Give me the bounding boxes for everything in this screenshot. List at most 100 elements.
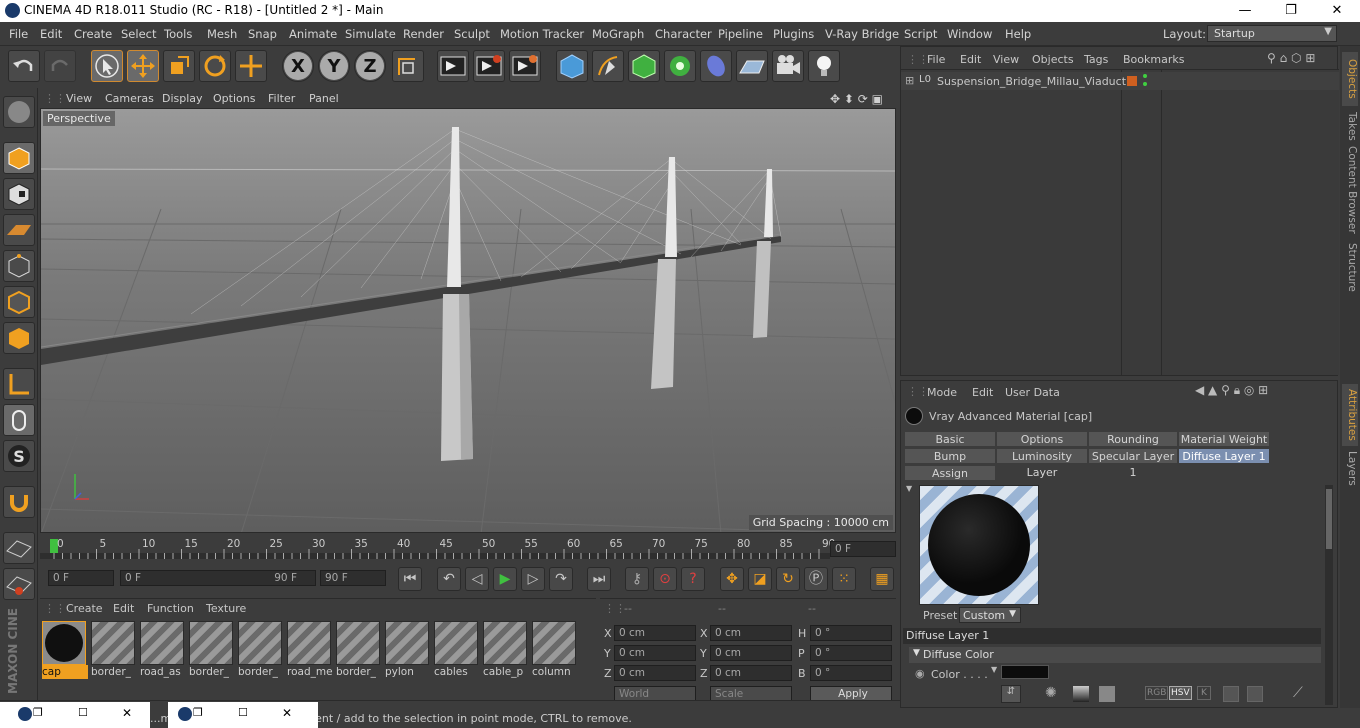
attr-menu-mode[interactable]: Mode	[927, 386, 957, 399]
viewport-menu-panel[interactable]: Panel	[309, 92, 339, 105]
eyedropper-mode-icon[interactable]: ⇵	[1001, 685, 1021, 703]
tab-bump[interactable]: Bump	[904, 448, 996, 464]
eyedropper-icon[interactable]: ⟋	[1293, 685, 1303, 701]
end-frame-field[interactable]: 90 F	[320, 570, 386, 586]
menu-edit[interactable]: Edit	[40, 27, 62, 41]
menu-script[interactable]: Script	[904, 27, 937, 41]
rotate-tool-button[interactable]	[199, 50, 231, 82]
menu-pipeline[interactable]: Pipeline	[718, 27, 763, 41]
subdivision-button[interactable]	[628, 50, 660, 82]
next-key-button[interactable]: ↷	[549, 567, 573, 591]
y-axis-button[interactable]: Y	[318, 50, 350, 82]
scale-tool-button[interactable]	[163, 50, 195, 82]
obj-menu-tags[interactable]: Tags	[1084, 53, 1108, 66]
pos-y-field[interactable]: 0 cm	[614, 645, 696, 661]
side-tab-objects[interactable]: Objects	[1342, 52, 1358, 106]
mat-menu-function[interactable]: Function	[147, 602, 194, 615]
viewport-menu-display[interactable]: Display	[162, 92, 203, 105]
cloner-button[interactable]	[664, 50, 696, 82]
material-item[interactable]: column	[532, 621, 578, 681]
viewport-perspective[interactable]: Perspective Grid Spacing : 10000 cm	[40, 108, 896, 533]
maximize-icon[interactable]: ☐	[78, 706, 88, 719]
size-z-field[interactable]: 0 cm	[710, 665, 792, 681]
material-item[interactable]: border_	[238, 621, 284, 681]
maximize-icon[interactable]: ☐	[238, 706, 248, 719]
mixer-icon[interactable]	[1223, 686, 1239, 702]
pos-z-field[interactable]: 0 cm	[614, 665, 696, 681]
menu-select[interactable]: Select	[121, 27, 156, 41]
restore-icon[interactable]: ❐	[193, 706, 203, 719]
attr-scrollbar[interactable]	[1325, 485, 1333, 705]
menu-mesh[interactable]: Mesh	[207, 27, 237, 41]
menu-motion-tracker[interactable]: Motion Tracker	[500, 27, 584, 41]
autokey-button[interactable]: ?	[681, 567, 705, 591]
timeline[interactable]: 0 5 10 15 20 25 30 35 40 45 50 55 60 65 70 75 80 85 90 0 F	[40, 535, 896, 563]
mat-menu-edit[interactable]: Edit	[113, 602, 134, 615]
keyframe-selection-button[interactable]: ⚷	[625, 567, 649, 591]
obj-menu-view[interactable]: View	[993, 53, 1019, 66]
menu-sculpt[interactable]: Sculpt	[454, 27, 490, 41]
viewport-menu-view[interactable]: View	[66, 92, 92, 105]
key-scale-button[interactable]: ◪	[748, 567, 772, 591]
obj-menu-bookmarks[interactable]: Bookmarks	[1123, 53, 1184, 66]
expand-icon[interactable]: ⊞	[905, 74, 914, 87]
menu-animate[interactable]: Animate	[289, 27, 337, 41]
key-rotation-button[interactable]: ↻	[776, 567, 800, 591]
menu-help[interactable]: Help	[1005, 27, 1031, 41]
minimized-window-2[interactable]: ❐ ☐ ✕	[168, 702, 318, 728]
move-tool-button[interactable]	[127, 50, 159, 82]
kelvin-mode-icon[interactable]: K	[1197, 686, 1211, 700]
x-axis-button[interactable]: X	[282, 50, 314, 82]
start-frame-field[interactable]: 0 F	[48, 570, 114, 586]
visibility-render-icon[interactable]	[1143, 82, 1147, 86]
deformer-button[interactable]	[700, 50, 732, 82]
material-preview[interactable]	[919, 485, 1039, 605]
goto-end-button[interactable]: ⏭	[587, 567, 611, 591]
attr-menu-edit[interactable]: Edit	[972, 386, 993, 399]
color-swatch[interactable]	[1001, 665, 1049, 679]
make-editable-button[interactable]	[3, 96, 35, 128]
z-axis-button[interactable]: Z	[354, 50, 386, 82]
object-name[interactable]: Suspension_Bridge_Millau_Viaduct	[937, 75, 1126, 88]
render-picture-viewer-button[interactable]	[473, 50, 505, 82]
polygons-mode-button[interactable]	[3, 322, 35, 354]
prev-frame-button[interactable]: ◁	[465, 567, 489, 591]
collapse-triangle-icon[interactable]: ▼	[906, 484, 912, 493]
recent-tool-button[interactable]	[235, 50, 267, 82]
close-button[interactable]: ✕	[1314, 1, 1360, 21]
menu-snap[interactable]: Snap	[248, 27, 277, 41]
redo-button[interactable]	[44, 50, 76, 82]
side-tab-structure[interactable]: Structure	[1342, 240, 1358, 294]
attr-menu-user-data[interactable]: User Data	[1005, 386, 1060, 399]
magnet-button[interactable]	[3, 486, 35, 518]
spectrum-icon[interactable]	[1073, 686, 1089, 702]
material-item[interactable]: border_	[189, 621, 235, 681]
subsection-header[interactable]: ▼ Diffuse Color	[909, 647, 1321, 663]
layer-color-icon[interactable]	[1127, 76, 1137, 86]
play-button[interactable]: ▶	[493, 567, 517, 591]
material-cap[interactable]: cap	[42, 621, 88, 681]
tab-rounding[interactable]: Rounding	[1088, 431, 1178, 447]
pen-spline-button[interactable]	[592, 50, 624, 82]
material-item[interactable]: road_me	[287, 621, 333, 681]
restore-icon[interactable]: ❐	[33, 706, 43, 719]
rot-p-field[interactable]: 0 °	[810, 645, 892, 661]
attr-nav-icons[interactable]: ◀ ▲ ⚲ 🔒︎ ◎ ⊞	[1195, 383, 1268, 398]
tweak-mode-button[interactable]	[3, 404, 35, 436]
record-button[interactable]: ⊙	[653, 567, 677, 591]
minimize-button[interactable]: —	[1222, 1, 1268, 21]
texture-mode-button[interactable]	[3, 178, 35, 210]
side-tab-layers[interactable]: Layers	[1342, 448, 1358, 488]
edges-mode-button[interactable]	[3, 286, 35, 318]
side-tab-attributes[interactable]: Attributes	[1342, 384, 1358, 446]
viewport-menu-filter[interactable]: Filter	[268, 92, 295, 105]
timeline-window-button[interactable]: ▦	[870, 567, 894, 591]
viewport-menu-cameras[interactable]: Cameras	[105, 92, 154, 105]
model-mode-button[interactable]	[3, 142, 35, 174]
next-frame-button[interactable]: ▷	[521, 567, 545, 591]
menu-file[interactable]: File	[9, 27, 28, 41]
pos-x-field[interactable]: 0 cm	[614, 625, 696, 641]
material-item[interactable]: cables	[434, 621, 480, 681]
menu-render[interactable]: Render	[403, 27, 444, 41]
rot-b-field[interactable]: 0 °	[810, 665, 892, 681]
